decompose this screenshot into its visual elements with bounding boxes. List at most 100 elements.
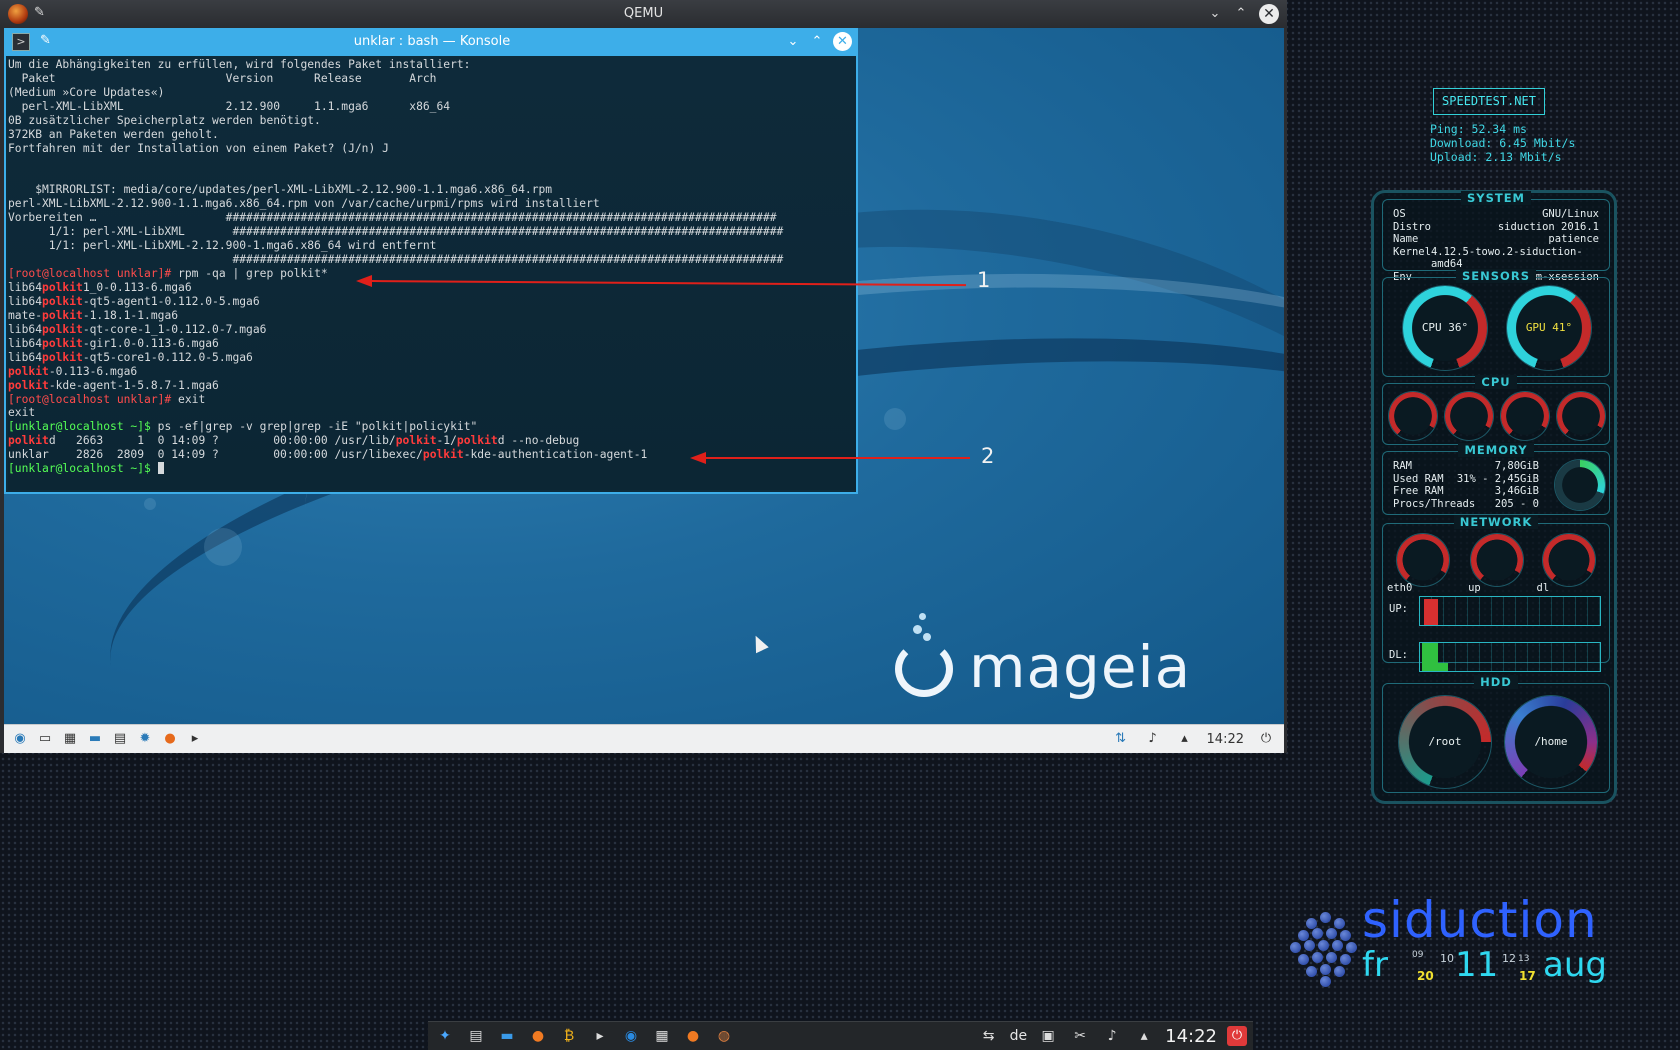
- qemu-task-icon[interactable]: ◍: [713, 1025, 735, 1047]
- logo-dot: [1312, 928, 1323, 939]
- terminal-text: polkit: [42, 308, 83, 322]
- terminal-line: [unklar@localhost ~]$: [8, 462, 856, 476]
- cpu-core-gauge: [1389, 392, 1437, 440]
- qemu-titlebar[interactable]: ✎ QEMU ⌄ ⌃ ✕: [0, 0, 1287, 28]
- terminal-output[interactable]: Um die Abhängigkeiten zu erfüllen, wird …: [8, 58, 856, 490]
- clock-hour-mid: 10: [1440, 952, 1454, 965]
- siduction-brand: siduction: [1362, 891, 1598, 949]
- app-launcher-icon[interactable]: ✦: [434, 1025, 456, 1047]
- bitcoin-icon[interactable]: ₿: [558, 1025, 580, 1047]
- file-manager-icon[interactable]: ▬: [496, 1025, 518, 1047]
- terminal-text: polkit: [422, 448, 464, 462]
- clock-minute-current: 17: [1519, 969, 1536, 983]
- terminal-line: Um die Abhängigkeiten zu erfüllen, wird …: [8, 58, 856, 72]
- wallpaper-bubble: [144, 498, 156, 510]
- volume-icon[interactable]: ♪: [1143, 729, 1163, 749]
- display-icon[interactable]: ▣: [1037, 1025, 1059, 1047]
- hdd-section: HDD /root /home: [1382, 675, 1610, 793]
- section-title: CPU: [1383, 375, 1609, 389]
- annotation-arrowhead: [356, 275, 372, 287]
- tray-expand-icon[interactable]: ▴: [1175, 729, 1195, 749]
- konsole-icon[interactable]: ▸: [185, 729, 205, 749]
- terminal-line: lib64polkit-qt5-core1-0.112.0-5.mga6: [8, 351, 856, 365]
- cpu-section: CPU: [1382, 375, 1610, 445]
- logout-icon[interactable]: ⏻: [1227, 1026, 1247, 1046]
- section-title: NETWORK: [1383, 515, 1609, 529]
- info-key: Name: [1393, 233, 1419, 245]
- speedtest-button[interactable]: SPEEDTEST.NET: [1433, 88, 1545, 115]
- terminal-text: -0.113-6.mga6: [48, 364, 138, 378]
- terminal-icon[interactable]: ▸: [589, 1025, 611, 1047]
- terminal-text: 1_0-0.113-6.mga6: [82, 281, 192, 294]
- root-disk-gauge: /root: [1399, 696, 1491, 788]
- ping-value: Ping: 52.34 ms: [1430, 122, 1527, 136]
- logo-dot: [1334, 918, 1345, 929]
- download-graph: [1419, 642, 1601, 672]
- network-icon[interactable]: ⇆: [978, 1025, 1000, 1047]
- maximize-button[interactable]: ⌃: [1233, 5, 1249, 23]
- clock-day-number: 11: [1455, 945, 1499, 985]
- browser-icon[interactable]: ◉: [620, 1025, 642, 1047]
- power-icon[interactable]: ⏻: [1256, 729, 1276, 749]
- terminal-text: Paket Version Release Arch: [8, 71, 437, 85]
- tray-expand-icon[interactable]: ▴: [1133, 1025, 1155, 1047]
- show-desktop-icon[interactable]: ▭: [35, 729, 55, 749]
- terminal-text: -qt-core-1_1-0.112.0-7.mga6: [82, 322, 267, 336]
- terminal-line: exit: [8, 406, 856, 420]
- app-launcher-icon[interactable]: ◉: [10, 729, 30, 749]
- close-button[interactable]: ✕: [1259, 4, 1279, 24]
- logo-bubble: [913, 625, 922, 634]
- download-graph-bar: [1422, 643, 1438, 671]
- close-button[interactable]: ✕: [833, 32, 852, 51]
- network-icon[interactable]: ⇅: [1111, 729, 1131, 749]
- terminal-text: polkit: [42, 281, 83, 294]
- section-title: SENSORS: [1383, 269, 1609, 283]
- qemu-window[interactable]: ✎ QEMU ⌄ ⌃ ✕ mageia > ✎ unklar : bash — …: [0, 0, 1287, 753]
- terminal-text: -1/: [436, 434, 457, 448]
- gpu-temp-gauge: GPU 41°: [1507, 286, 1591, 370]
- network-labels: eth0 up dl: [1387, 582, 1605, 595]
- logo-dot: [1306, 966, 1317, 977]
- guest-clock[interactable]: 14:22: [1207, 732, 1244, 747]
- terminal-text: 372KB an Paketen werden geholt.: [8, 127, 219, 141]
- download-value: Download: 6.45 Mbit/s: [1430, 136, 1576, 150]
- terminal-text: perl-XML-LibXML-2.12.900-1.1.mga6.x86_64…: [8, 197, 600, 211]
- minimize-button[interactable]: ⌄: [1207, 5, 1223, 23]
- terminal-text: 1/1: perl-XML-LibXML ###################…: [8, 225, 784, 239]
- virtual-desktops-icon[interactable]: ▦: [651, 1025, 673, 1047]
- firefox-task-icon[interactable]: ●: [682, 1025, 704, 1047]
- info-key: RAM: [1393, 460, 1412, 472]
- pager-icon[interactable]: ▤: [465, 1025, 487, 1047]
- root-disk-label: /root: [1428, 735, 1462, 748]
- file-manager-icon[interactable]: ▬: [85, 729, 105, 749]
- volume-icon[interactable]: ♪: [1101, 1025, 1123, 1047]
- konsole-window[interactable]: > ✎ unklar : bash — Konsole ⌄ ⌃ ✕ Um die…: [4, 28, 858, 494]
- terminal-text: lib64: [8, 294, 43, 308]
- terminal-text: ps -ef|grep -v grep|grep -iE "polkit|pol…: [157, 420, 478, 434]
- minimize-button[interactable]: ⌄: [785, 33, 801, 51]
- network-section: NETWORK eth0 up dl UP: DL:: [1382, 515, 1610, 672]
- pager-icon[interactable]: ▦: [60, 729, 80, 749]
- clipboard-scissors-icon[interactable]: ✂: [1069, 1025, 1091, 1047]
- upload-gauge: [1471, 534, 1523, 586]
- clock-minute-prev: 12: [1502, 952, 1516, 965]
- firefox-icon[interactable]: ●: [527, 1025, 549, 1047]
- upload-graph-bar: [1424, 599, 1438, 625]
- info-key: Used RAM: [1393, 472, 1444, 485]
- clock-hour-current: 20: [1417, 969, 1434, 983]
- section-title: MEMORY: [1383, 443, 1609, 457]
- info-row: Distro siduction 2016.1: [1393, 221, 1599, 234]
- keyboard-layout[interactable]: de: [1010, 1028, 1028, 1044]
- terminal-text: -qt5-core1-0.112.0-5.mga6: [82, 350, 253, 364]
- control-center-icon[interactable]: ✹: [135, 729, 155, 749]
- maximize-button[interactable]: ⌃: [809, 33, 825, 51]
- terminal-line: 1/1: perl-XML-LibXML-2.12.900-1.mga6.x86…: [8, 239, 856, 253]
- firefox-icon[interactable]: ●: [160, 729, 180, 749]
- terminal-text: unklar 2826 2809 0 14:09 ? 00:00:00 /usr…: [8, 448, 423, 462]
- system-settings-icon[interactable]: ▤: [110, 729, 130, 749]
- host-clock[interactable]: 14:22: [1165, 1026, 1217, 1047]
- logo-dot: [1340, 954, 1351, 965]
- terminal-text: polkit: [42, 336, 83, 350]
- konsole-titlebar[interactable]: > ✎ unklar : bash — Konsole ⌄ ⌃ ✕: [6, 28, 858, 56]
